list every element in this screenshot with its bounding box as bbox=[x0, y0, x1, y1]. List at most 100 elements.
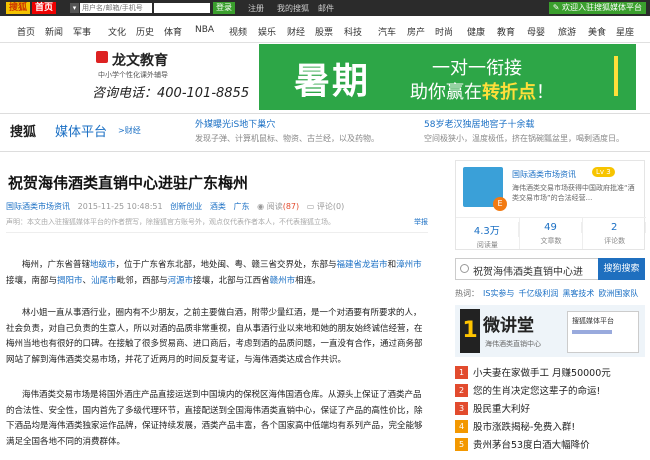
article-source[interactable]: 国际酒类市场资讯 bbox=[6, 202, 70, 211]
list-item[interactable]: 1 小夫妻在家做手工 月赚50000元 bbox=[455, 363, 645, 381]
nav-item[interactable]: NBA bbox=[195, 25, 214, 35]
promo-title[interactable]: 外媒曝光iS地下巢穴 bbox=[195, 117, 395, 130]
inline-link[interactable]: 汕尾市 bbox=[91, 276, 117, 286]
inline-link[interactable]: 揭阳市 bbox=[57, 276, 83, 286]
nav-item[interactable]: 汽车 bbox=[378, 25, 396, 38]
inline-link[interactable]: 赣州市 bbox=[270, 276, 296, 286]
report-link[interactable]: 举报 bbox=[414, 217, 428, 227]
nav-item[interactable]: 首页 bbox=[17, 25, 35, 38]
text-run: 接壤，南部与 bbox=[6, 275, 58, 286]
inline-link[interactable]: 河源市 bbox=[168, 276, 194, 286]
nav-item[interactable]: 财经 bbox=[287, 25, 305, 38]
nav-item[interactable]: 体育 bbox=[164, 25, 182, 38]
nav-item[interactable]: 旅游 bbox=[558, 25, 576, 38]
hot-word[interactable]: 千亿级利润 bbox=[518, 289, 558, 298]
micro-lecture-ad[interactable]: 1 微讲堂 海伟酒类直销中心 搜狐媒体平台 bbox=[455, 305, 645, 357]
article-paragraph: 海伟酒类交易市场是将国外酒庄产品直接运送到中国境内的保税区海伟国酒仓库。从源头上… bbox=[6, 390, 423, 447]
account-dropdown-icon[interactable]: ▾ bbox=[70, 3, 79, 13]
platform-media: 媒体平台 bbox=[55, 125, 108, 140]
stat-reads: 4.3万 阅读量 bbox=[456, 218, 520, 249]
list-text[interactable]: 股市涨跌揭秘-免费入群! bbox=[473, 419, 575, 433]
nav-item[interactable]: 母婴 bbox=[527, 25, 545, 38]
promo-title[interactable]: 58岁老汉独居地窖子十余载 bbox=[424, 117, 624, 130]
list-item[interactable]: 4 股市涨跌揭秘-免费入群! bbox=[455, 417, 645, 435]
nav-item[interactable]: 股票 bbox=[315, 25, 333, 38]
nav-item[interactable]: 历史 bbox=[136, 25, 154, 38]
search-icon bbox=[460, 264, 469, 273]
nav-item[interactable]: 科技 bbox=[344, 25, 362, 38]
password-input[interactable] bbox=[154, 3, 210, 13]
ad-banner[interactable]: 龙文教育 中小学个性化课外辅导 咨询电话：400-101-8855 暑期 一对一… bbox=[14, 44, 636, 110]
nav-item[interactable]: 新闻 bbox=[45, 25, 63, 38]
text-run: 相连。 bbox=[295, 275, 321, 286]
banner-tagline: 中小学个性化课外辅导 bbox=[98, 71, 168, 79]
list-item[interactable]: 2 您的生肖决定您这辈子的命运! bbox=[455, 381, 645, 399]
ad-shot-title: 搜狐媒体平台 bbox=[572, 317, 614, 325]
list-text[interactable]: 小夫妻在家做手工 月赚50000元 bbox=[473, 365, 611, 379]
banner-phone: 咨询电话：400-101-8855 bbox=[92, 86, 250, 101]
media-entry-label: 欢迎入驻搜狐媒体平台 bbox=[562, 3, 642, 12]
comment-icon: ▭ bbox=[306, 202, 315, 211]
list-text[interactable]: 股民重大利好 bbox=[473, 401, 530, 415]
nav-item[interactable]: 视频 bbox=[229, 25, 247, 38]
logo-home[interactable]: 首页 bbox=[32, 2, 57, 14]
text-run: 和 bbox=[387, 260, 397, 270]
stat-label: 评论数 bbox=[604, 237, 626, 245]
nav-item[interactable]: 房产 bbox=[407, 25, 425, 38]
nav-item[interactable]: 星座 bbox=[616, 25, 634, 38]
finance-link[interactable]: >财经 bbox=[118, 125, 141, 136]
inline-link[interactable]: 地级市 bbox=[90, 260, 116, 270]
disclaimer: 声明：本文由入驻搜狐媒体平台的作者撰写，除搜狐官方账号外，观点仅代表作者本人，不… bbox=[6, 217, 428, 233]
text-run: 接壤，北部与江西省 bbox=[193, 275, 270, 286]
platform-sohu: 搜狐 bbox=[10, 125, 37, 140]
nav-item[interactable]: 娱乐 bbox=[258, 25, 276, 38]
inline-link[interactable]: 漳州市 bbox=[396, 260, 422, 270]
article-title: 祝贺海伟酒类直销中心进驻广东梅州 bbox=[8, 174, 249, 192]
comments-count: (0) bbox=[332, 202, 345, 211]
sohu-logo[interactable]: 搜狐 首页 bbox=[6, 2, 57, 14]
article-tag[interactable]: 酒类 bbox=[210, 202, 226, 211]
nav-item[interactable]: 健康 bbox=[467, 25, 485, 38]
nav-item[interactable]: 军事 bbox=[73, 25, 91, 38]
register-link[interactable]: 注册 bbox=[248, 3, 264, 14]
login-button[interactable]: 登录 bbox=[213, 2, 235, 14]
article-tag[interactable]: 创新创业 bbox=[170, 202, 202, 211]
author-name[interactable]: 国际酒类市场资讯 bbox=[512, 169, 576, 180]
list-item[interactable]: 3 股民重大利好 bbox=[455, 399, 645, 417]
promo-list: 1 小夫妻在家做手工 月赚50000元 2 您的生肖决定您这辈子的命运! 3 股民重大… bbox=[455, 363, 645, 453]
mail-link[interactable]: 邮件 bbox=[318, 3, 334, 14]
nav-item[interactable]: 时尚 bbox=[435, 25, 453, 38]
promo-item[interactable]: 外媒曝光iS地下巢穴 发现子弹、计算机鼠标、物资、古兰经，以及药物。 bbox=[195, 117, 395, 144]
list-item[interactable]: 5 贵州茅台53度白酒大幅降价 bbox=[455, 435, 645, 453]
inline-link[interactable]: 福建省龙岩市 bbox=[337, 260, 388, 270]
list-text[interactable]: 您的生肖决定您这辈子的命运! bbox=[473, 383, 600, 397]
article-tag[interactable]: 广东 bbox=[234, 202, 250, 211]
my-sohu-link[interactable]: 我的搜狐 bbox=[277, 3, 309, 14]
ad-subtitle: 海伟酒类直销中心 bbox=[485, 340, 541, 348]
article-paragraph: 梅州，广东省普辖地级市，位于广东省东北部，地处闽、粤、赣三省交界处，东部与福建省… bbox=[6, 258, 426, 289]
list-rank: 3 bbox=[455, 401, 468, 415]
hot-word[interactable]: IS实参与 bbox=[483, 289, 514, 298]
list-text[interactable]: 贵州茅台53度白酒大幅降价 bbox=[473, 437, 590, 451]
hot-word[interactable]: 黑客技术 bbox=[562, 289, 594, 298]
banner-line2-c: ！ bbox=[536, 82, 554, 103]
list-rank: 4 bbox=[455, 419, 468, 433]
nav-item[interactable]: 教育 bbox=[497, 25, 515, 38]
platform-logo[interactable]: 搜狐 媒体平台 >财经 bbox=[10, 118, 175, 144]
channel-nav: 首页 新闻 军事 文化 历史 体育 NBA 视频 娱乐 财经 股票 科技 汽车 … bbox=[0, 17, 650, 43]
username-input[interactable] bbox=[80, 3, 152, 13]
logo-sohu[interactable]: 搜狐 bbox=[6, 2, 31, 14]
hot-word[interactable]: 欧洲国家队 bbox=[598, 289, 638, 298]
nav-item[interactable]: 文化 bbox=[108, 25, 126, 38]
author-avatar[interactable]: E bbox=[463, 167, 507, 211]
stat-articles: 49 文章数 bbox=[520, 218, 584, 249]
media-entry-button[interactable]: ✎ 欢迎入驻搜狐媒体平台 bbox=[548, 2, 646, 14]
search-input[interactable]: 祝贺海伟酒类直销中心进 bbox=[455, 258, 600, 280]
comments-label[interactable]: 评论 bbox=[317, 202, 333, 211]
author-stats: 4.3万 阅读量 49 文章数 2 评论数 bbox=[456, 217, 647, 249]
reads-count: (87) bbox=[282, 202, 300, 211]
promo-item[interactable]: 58岁老汉独居地窖子十余载 空间极狭小，温度极低，挤在锅碗瓢盆里，喝剩酒度日。 bbox=[424, 117, 624, 144]
stat-value: 4.3万 bbox=[456, 222, 519, 237]
search-button[interactable]: 搜狗搜索 bbox=[598, 258, 645, 280]
nav-item[interactable]: 美食 bbox=[588, 25, 606, 38]
